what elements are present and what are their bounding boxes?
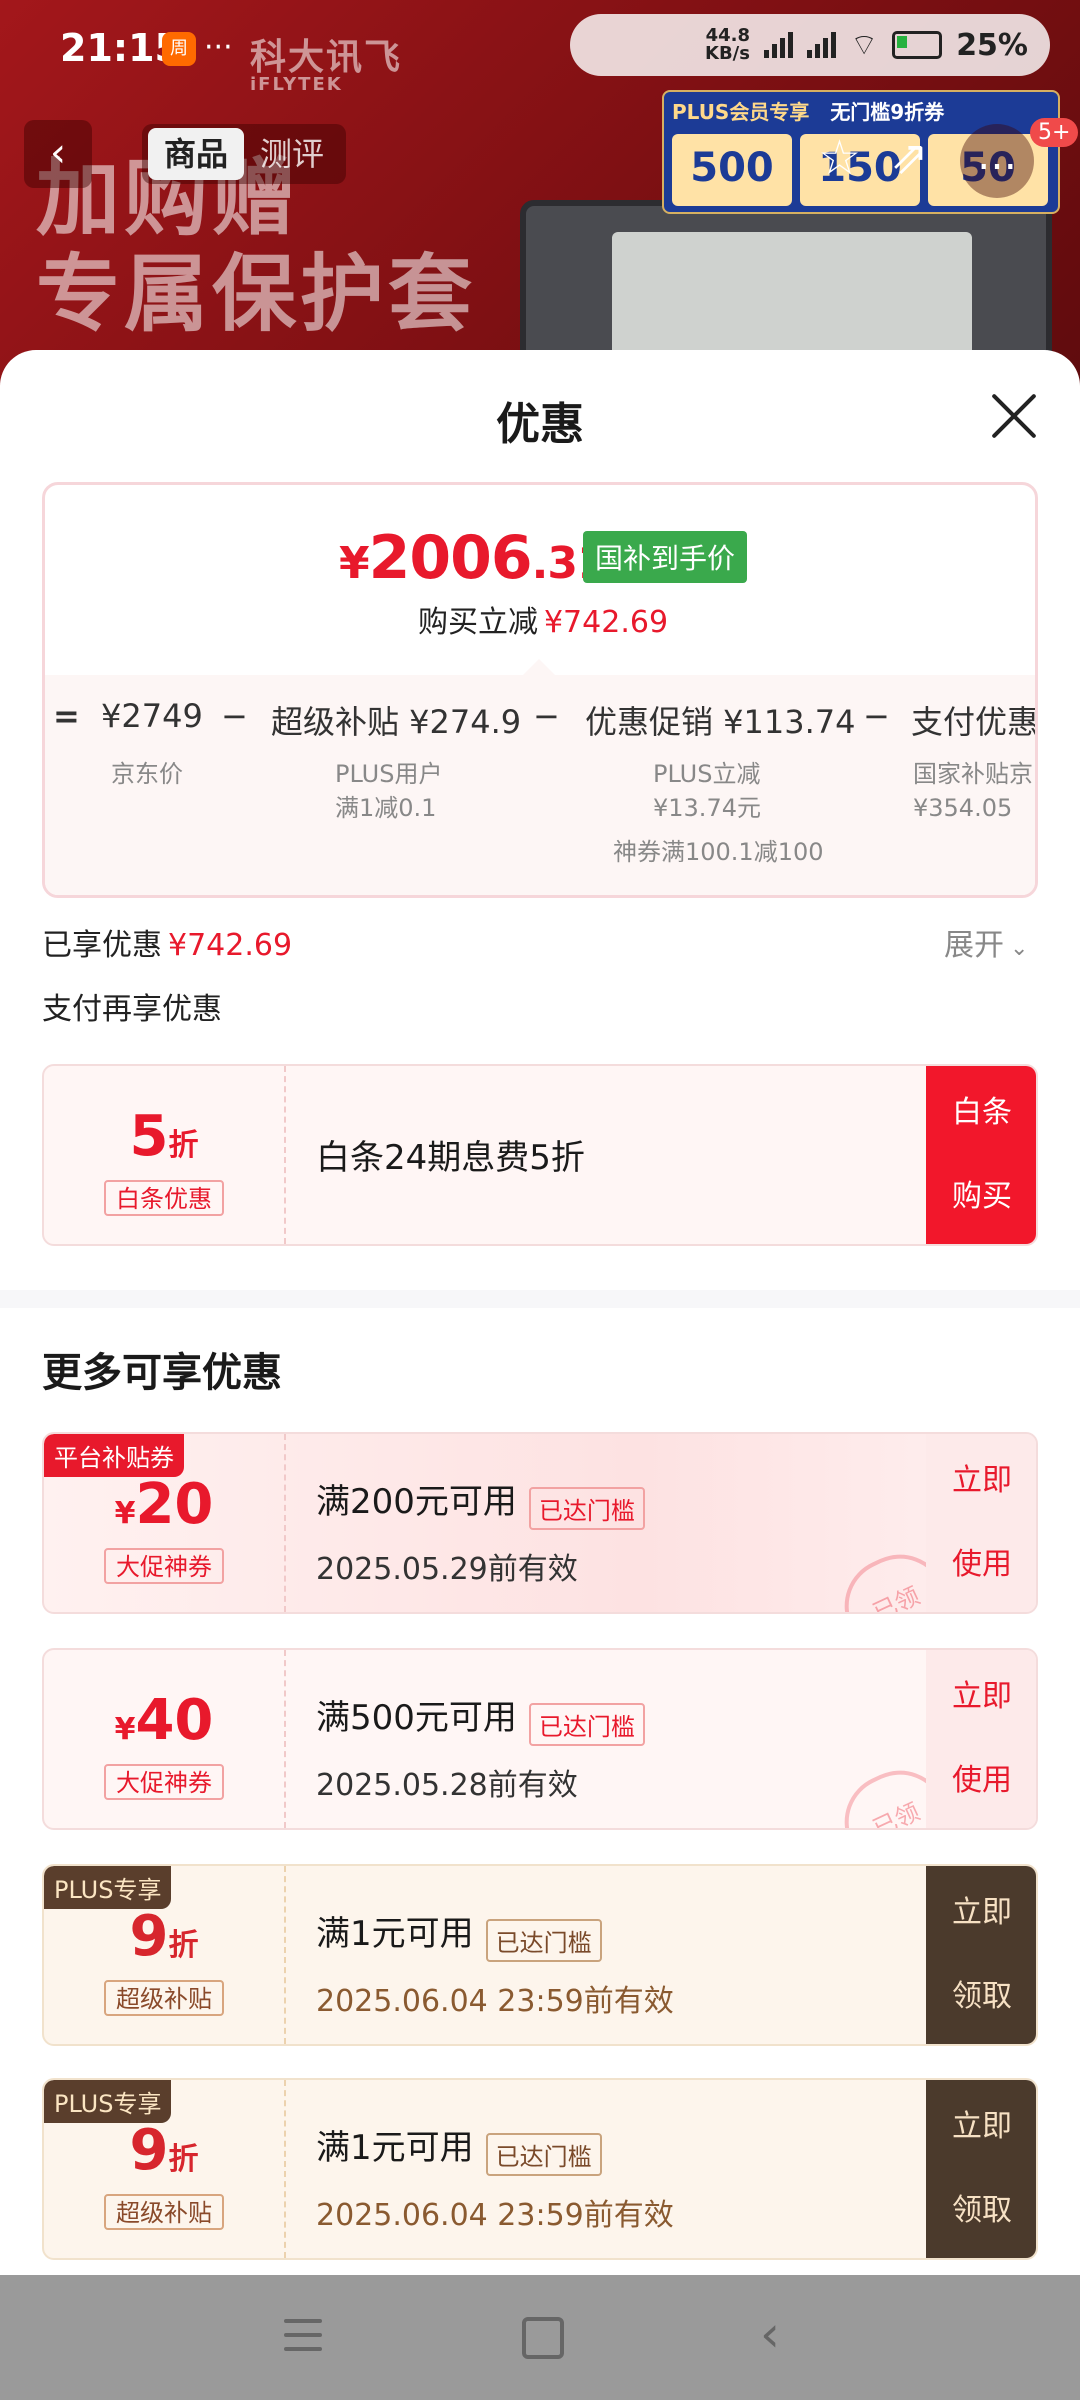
breakdown-super-subsidy: 超级补贴 ¥274.9 — [271, 703, 522, 741]
status-bar: 21:15 周 ··· 科大讯飞 iFLYTEK 44.8 KB/s ⌔ 25% — [0, 0, 1080, 100]
baitiao-coupon: 5折 白条优惠 白条24期息费5折 白条 购买 — [42, 1064, 1038, 1246]
headline-line-2: 专属保护套 — [36, 245, 477, 343]
coupon-info: 满200元可用 已达门槛 2025.05.29前有效 — [316, 1474, 645, 1588]
coupon-chip: 白条优惠 — [104, 1180, 224, 1216]
coupon-left: ¥40 大促神券 — [44, 1650, 286, 1828]
app-notification-icon: 周 — [162, 32, 196, 66]
battery-icon — [892, 31, 943, 59]
more-discounts-title: 更多可享优惠 — [42, 1350, 282, 1396]
coupon-info: 白条24期息费5折 — [316, 1130, 585, 1179]
coupon-left: 5折 白条优惠 — [44, 1066, 286, 1244]
section-divider — [0, 1290, 1080, 1308]
battery-percent: 25% — [956, 27, 1028, 63]
price-breakdown: = ¥2749 京东价 − 超级补贴 ¥274.9 PLUS用户 满1减0.1 … — [45, 659, 1038, 895]
coupon-value: ¥20 — [114, 1472, 214, 1537]
breakdown-super-subsidy-sub2: 满1减0.1 — [335, 794, 437, 822]
buy-reduce: 购买立减 ¥742.69 — [417, 605, 669, 640]
plus-chip-500: 500 — [672, 134, 792, 206]
coupon-chip: 大促神券 — [104, 1764, 224, 1800]
wifi-icon: ⌔ — [849, 28, 879, 63]
system-nav-bar: ‹ — [0, 2275, 1080, 2400]
back-icon[interactable]: ‹ — [760, 2305, 780, 2363]
star-icon[interactable]: ☆ — [818, 130, 861, 186]
subsidy-price-tag: 国补到手价 — [583, 531, 748, 583]
breakdown-payment-sub2: ¥354.05 — [913, 794, 1013, 822]
coupon-info: 满1元可用 已达门槛 2025.06.04 23:59前有效 — [316, 1914, 674, 2019]
message-badge: 5+ — [1030, 118, 1079, 147]
breakdown-promotion-sub2: ¥13.74元 — [653, 794, 761, 822]
breakdown-promotion: 优惠促销 ¥113.74 — [585, 703, 856, 741]
brand-logo: 科大讯飞 iFLYTEK — [250, 37, 403, 95]
minus-sign: − — [221, 697, 248, 735]
coupon-chip: 超级补贴 — [104, 1980, 224, 2016]
claim-now-button[interactable]: 立即 领取 — [926, 1866, 1036, 2044]
plus-corner-tag: PLUS专享 — [44, 2080, 172, 2123]
plus-coupon-card: 9折 超级补贴 PLUS专享 满1元可用 已达门槛 2025.06.04 23:5… — [42, 1864, 1038, 2046]
enjoyed-discount: 已享优惠 ¥742.69 — [42, 928, 293, 963]
breakdown-promotion-sub1: PLUS立减 — [653, 760, 761, 788]
status-indicators: 44.8 KB/s ⌔ 25% — [570, 14, 1050, 76]
breakdown-promotion-sub3: 神券满100.1减100 — [613, 838, 824, 866]
plus-coupon-card: 9折 超级补贴 PLUS专享 满1元可用 已达门槛 2025.06.04 23:5… — [42, 2078, 1038, 2260]
tab-review[interactable]: 测评 — [244, 128, 340, 180]
coupon-value: 9折 — [129, 1904, 199, 1969]
chevron-down-icon: ⌄ — [1010, 936, 1029, 961]
coupon-chip: 大促神券 — [104, 1548, 224, 1584]
use-now-button[interactable]: 立即 使用 — [926, 1650, 1036, 1828]
discount-sheet: 优惠 ¥2006.31 国补到手价 购买立减 ¥742.69 = ¥2749 京东… — [0, 350, 1080, 2275]
use-now-button[interactable]: 立即 使用 — [926, 1434, 1036, 1612]
breakdown-super-subsidy-sub1: PLUS用户 — [335, 760, 443, 788]
sheet-title: 优惠 — [496, 399, 584, 450]
signal-icon — [763, 32, 793, 58]
network-speed: 44.8 KB/s — [705, 25, 750, 64]
plus-banner-title: PLUS会员专享 无门槛9折券 — [672, 100, 945, 124]
baitiao-desc: 白条24期息费5折 — [316, 1138, 585, 1178]
price-summary: ¥2006.31 国补到手价 购买立减 ¥742.69 — [45, 485, 1035, 675]
coupon-corner-tag: 平台补贴券 — [44, 1434, 184, 1477]
more-icon[interactable]: … — [960, 124, 1034, 198]
minus-sign: − — [533, 697, 560, 735]
minus-sign: − — [863, 697, 890, 735]
equals-sign: = — [53, 697, 80, 735]
share-icon[interactable]: ⇗ — [890, 130, 929, 184]
more-notifications-icon: ··· — [204, 30, 233, 65]
expand-button[interactable]: 展开 ⌄ — [944, 920, 1028, 964]
baitiao-buy-button[interactable]: 白条 购买 — [926, 1066, 1036, 1244]
breakdown-payment-sub1: 国家补贴京 — [913, 760, 1033, 788]
price-card: ¥2006.31 国补到手价 购买立减 ¥742.69 = ¥2749 京东价 −… — [42, 482, 1038, 898]
coupon-card: ¥40 大促神券 满500元可用 已达门槛 2025.05.28前有效 已领 立即… — [42, 1648, 1038, 1830]
product-tabs: 商品 测评 — [142, 124, 347, 184]
pay-more-label: 支付再享优惠 — [42, 992, 222, 1027]
menu-icon[interactable] — [284, 2319, 322, 2361]
home-icon[interactable] — [522, 2317, 564, 2359]
coupon-info: 满1元可用 已达门槛 2025.06.04 23:59前有效 — [316, 2128, 674, 2233]
coupon-chip: 超级补贴 — [104, 2194, 224, 2230]
coupon-value: ¥40 — [114, 1688, 214, 1753]
claim-now-button[interactable]: 立即 领取 — [926, 2080, 1036, 2258]
plus-corner-tag: PLUS专享 — [44, 1866, 172, 1909]
close-icon[interactable] — [988, 390, 1040, 442]
breakdown-payment: 支付优惠 — [911, 703, 1038, 741]
coupon-value: 9折 — [129, 2118, 199, 2183]
coupon-value: 5折 — [129, 1104, 199, 1169]
breakdown-jd-price-sub: 京东价 — [111, 760, 183, 788]
final-price: ¥2006.31 — [339, 523, 608, 593]
coupon-card: ¥20 大促神券 平台补贴券 满200元可用 已达门槛 2025.05.29前有效… — [42, 1432, 1038, 1614]
breakdown-jd-price: ¥2749 — [101, 697, 203, 735]
coupon-info: 满500元可用 已达门槛 2025.05.28前有效 — [316, 1690, 645, 1804]
tab-product[interactable]: 商品 — [148, 128, 245, 180]
signal-icon-2 — [806, 32, 836, 58]
chevron-left-icon[interactable]: ‹ — [24, 120, 92, 188]
